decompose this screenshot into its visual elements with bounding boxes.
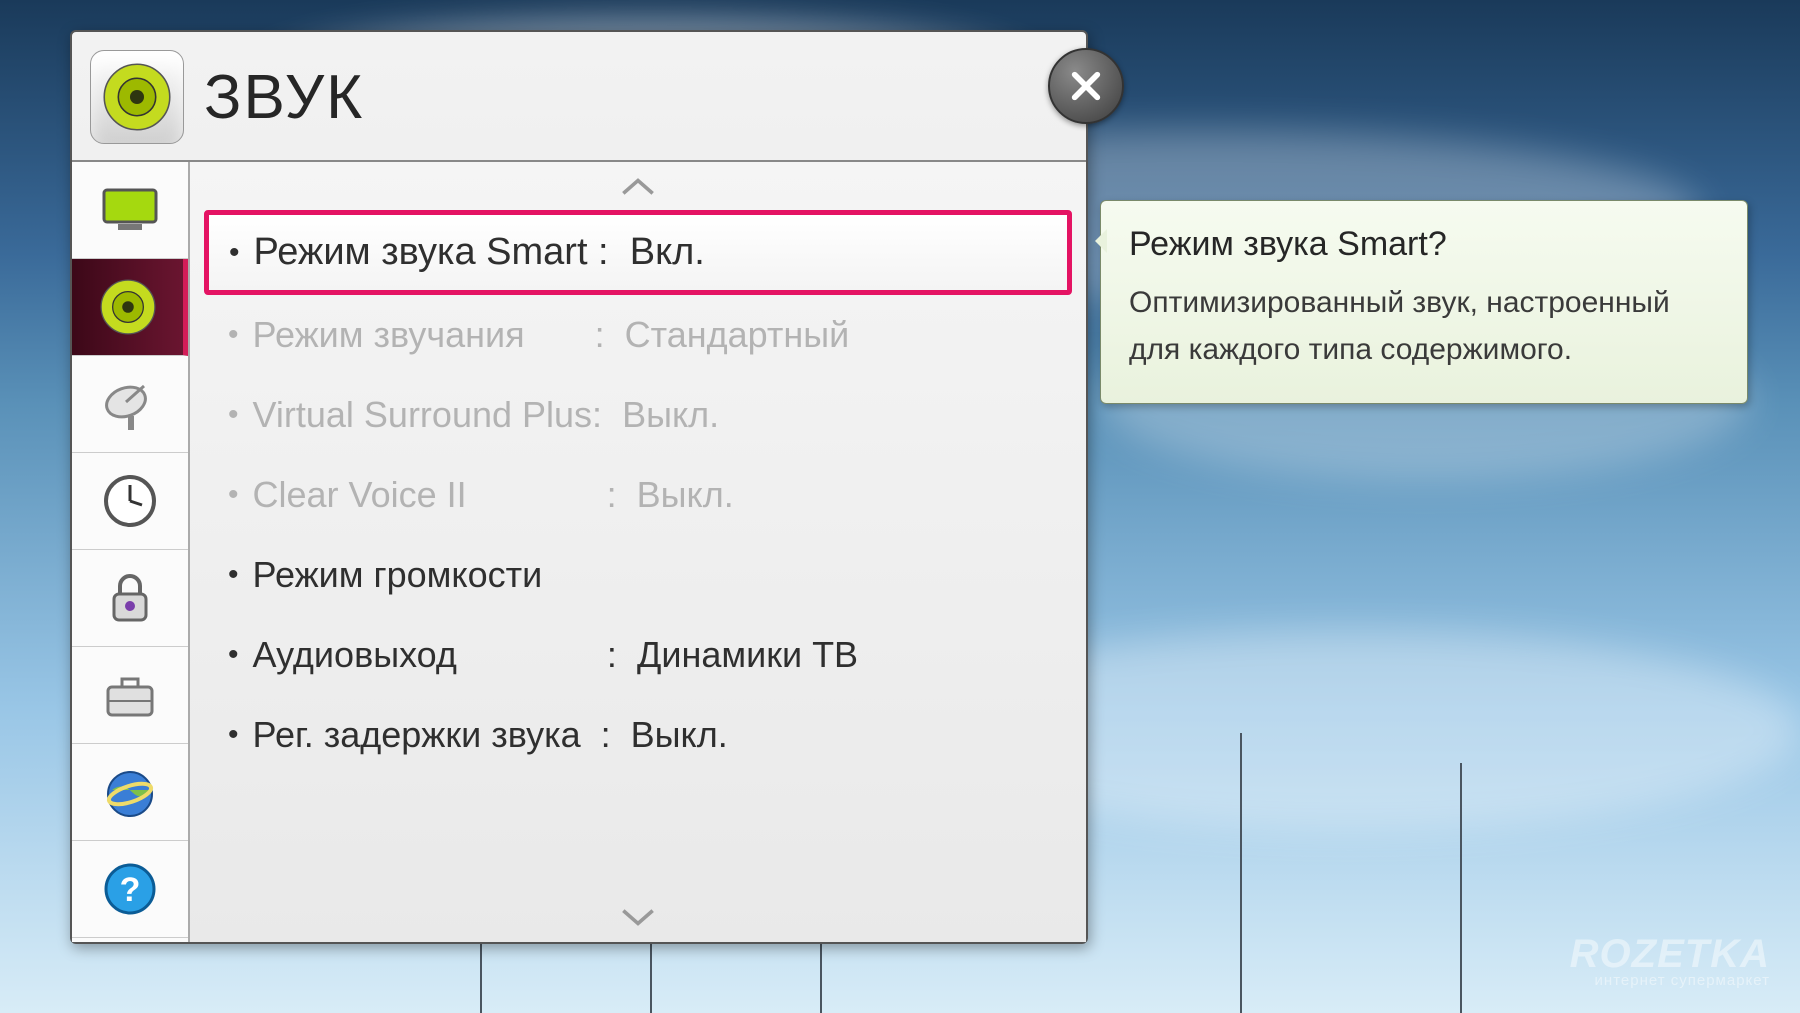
menu-item-label: Режим громкости	[253, 554, 543, 596]
svg-text:?: ?	[120, 871, 141, 909]
menu-item-label: Virtual Surround Plus	[253, 394, 593, 436]
menu-item-5[interactable]: • Аудиовыход : Динамики ТВ	[204, 615, 1072, 695]
menu-item-separator: :	[457, 634, 637, 676]
tooltip-title: Режим звука Smart?	[1129, 225, 1719, 264]
speaker-icon	[96, 275, 160, 339]
menu-item-4[interactable]: • Режим громкости	[204, 535, 1072, 615]
menu-item-value: Вкл.	[630, 231, 705, 274]
menu-item-value: Динамики ТВ	[637, 634, 858, 676]
watermark-brand: ROZETKA	[1570, 936, 1770, 972]
settings-list: • Режим звука Smart : Вкл. • Режим звучания…	[190, 162, 1086, 942]
category-sidebar: ?	[72, 162, 190, 942]
menu-item-separator: :	[581, 714, 631, 756]
menu-item-value: Выкл.	[637, 474, 734, 516]
panel-header: ЗВУК	[72, 32, 1086, 162]
menu-item-separator: :	[588, 231, 630, 274]
sidebar-item-support[interactable]: ?	[72, 841, 188, 938]
sidebar-item-picture[interactable]	[72, 162, 188, 259]
bullet-icon: •	[228, 718, 239, 752]
bullet-icon: •	[228, 398, 239, 432]
panel-title: ЗВУК	[204, 62, 364, 133]
menu-item-3: • Clear Voice II : Выкл.	[204, 455, 1072, 535]
chevron-down-icon	[619, 907, 657, 929]
lock-icon	[98, 566, 162, 630]
close-icon	[1069, 69, 1103, 103]
clock-icon	[98, 469, 162, 533]
tooltip-body: Оптимизированный звук, настроенный для к…	[1129, 280, 1719, 373]
bullet-icon: •	[228, 558, 239, 592]
sidebar-item-network[interactable]	[72, 744, 188, 841]
menu-item-0[interactable]: • Режим звука Smart : Вкл.	[204, 210, 1072, 295]
menu-item-value: Стандартный	[625, 314, 850, 356]
menu-item-value: Выкл.	[631, 714, 728, 756]
bullet-icon: •	[228, 478, 239, 512]
menu-item-1: • Режим звучания : Стандартный	[204, 295, 1072, 375]
sidebar-item-sound[interactable]	[72, 259, 188, 356]
scroll-down-button[interactable]	[190, 894, 1086, 942]
chevron-up-icon	[619, 175, 657, 197]
bullet-icon: •	[228, 638, 239, 672]
scroll-up-button[interactable]	[190, 162, 1086, 210]
menu-item-label: Аудиовыход	[253, 634, 457, 676]
menu-item-label: Режим звучания	[253, 314, 525, 356]
menu-item-label: Рег. задержки звука	[253, 714, 581, 756]
menu-item-separator: :	[525, 314, 625, 356]
menu-item-label: Clear Voice II	[253, 474, 467, 516]
watermark: ROZETKA интернет супермаркет	[1570, 936, 1770, 989]
sound-header-icon	[90, 50, 184, 144]
menu-item-label: Режим звука Smart	[254, 231, 588, 274]
sidebar-item-option[interactable]	[72, 647, 188, 744]
sidebar-item-channel[interactable]	[72, 356, 188, 453]
menu-item-separator: :	[467, 474, 637, 516]
menu-item-value: Выкл.	[622, 394, 719, 436]
menu-item-6[interactable]: • Рег. задержки звука : Выкл.	[204, 695, 1072, 775]
menu-item-2: • Virtual Surround Plus: Выкл.	[204, 375, 1072, 455]
sidebar-item-lock[interactable]	[72, 550, 188, 647]
close-button[interactable]	[1048, 48, 1124, 124]
menu-item-separator: :	[592, 394, 622, 436]
settings-panel: ЗВУК	[70, 30, 1088, 944]
tv-icon	[98, 178, 162, 242]
globe-icon	[98, 760, 162, 824]
bullet-icon: •	[229, 236, 240, 270]
help-tooltip: Режим звука Smart? Оптимизированный звук…	[1100, 200, 1748, 404]
briefcase-icon	[98, 663, 162, 727]
sidebar-item-time[interactable]	[72, 453, 188, 550]
bullet-icon: •	[228, 318, 239, 352]
help-icon: ?	[98, 857, 162, 921]
satellite-icon	[98, 372, 162, 436]
watermark-tag: интернет супермаркет	[1570, 972, 1770, 989]
